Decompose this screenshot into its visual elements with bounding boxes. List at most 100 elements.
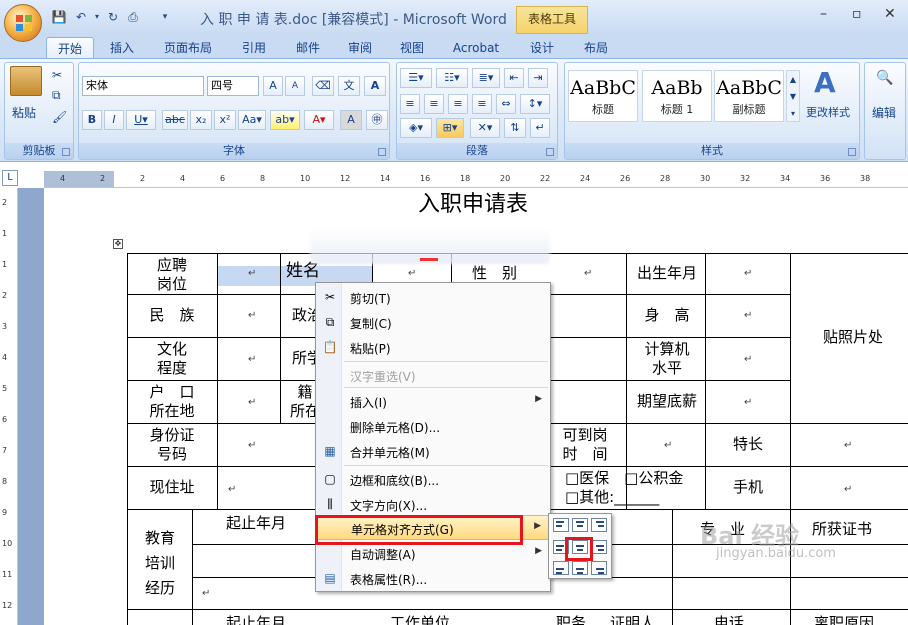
tab-page-layout[interactable]: 页面布局 [156, 37, 220, 59]
cell-computer-level[interactable]: 计算机 水平 [630, 340, 704, 378]
cell-id-card[interactable]: 身份证 号码 [130, 426, 214, 464]
align-bottom-left-icon[interactable] [553, 561, 569, 575]
line-spacing-icon[interactable]: ↕▾ [520, 94, 550, 114]
close-button[interactable]: ✕ [884, 6, 896, 22]
minimize-button[interactable]: – [820, 6, 827, 22]
highlight-icon[interactable]: ab▾ [270, 110, 300, 130]
tab-acrobat[interactable]: Acrobat [446, 37, 506, 59]
tab-insert[interactable]: 插入 [100, 37, 144, 59]
tab-design[interactable]: 设计 [520, 37, 564, 59]
multilevel-list-icon[interactable]: ≣▾ [472, 68, 500, 88]
restore-button[interactable]: ▫ [852, 6, 862, 22]
superscript-icon[interactable]: x² [214, 110, 236, 130]
italic-icon[interactable]: I [104, 110, 124, 130]
table-move-handle-icon[interactable]: ✥ [113, 239, 123, 249]
align-left-icon[interactable]: ≡ [400, 94, 420, 114]
styles-launcher-icon[interactable] [848, 148, 856, 156]
tab-mailings[interactable]: 邮件 [286, 37, 330, 59]
cell-education-history[interactable]: 教育 培训 经历 [130, 526, 190, 601]
cell-name[interactable]: 姓名 [286, 262, 320, 281]
tab-home[interactable]: 开始 [46, 37, 94, 59]
cut-icon[interactable]: ✂ [52, 68, 62, 82]
cell-certificates[interactable]: 所获证书 [812, 520, 872, 539]
paragraph-launcher-icon[interactable] [546, 148, 554, 156]
change-case-icon[interactable]: Aa▾ [238, 110, 266, 130]
underline-icon[interactable]: U▾ [126, 110, 156, 130]
menu-item-copy[interactable]: ⧉ 复制(C) [316, 310, 550, 335]
strikethrough-icon[interactable]: abc [162, 110, 188, 130]
cell-specialty[interactable]: 特长 [710, 435, 786, 454]
style-tile-heading1[interactable]: AaBb 标题 1 [642, 70, 712, 122]
show-marks-icon[interactable]: ↵ [530, 118, 550, 138]
cell-insurance-line2[interactable]: □其他:______ [565, 488, 659, 507]
tab-layout[interactable]: 布局 [574, 37, 618, 59]
char-shading-icon[interactable]: A [340, 110, 362, 130]
align-top-center-icon[interactable] [572, 518, 588, 532]
bold-icon[interactable]: B [82, 110, 102, 130]
cell-work-period[interactable]: 起止年月 [226, 614, 286, 625]
align-center-icon[interactable]: ≡ [424, 94, 444, 114]
menu-item-text-direction[interactable]: ⫼ 文字方向(X)... [316, 492, 550, 517]
align-bottom-right-icon[interactable] [591, 561, 607, 575]
menu-item-insert[interactable]: 插入(I) ▶ [316, 389, 550, 414]
cell-period[interactable]: 起止年月 [226, 514, 286, 533]
cell-work-phone[interactable]: 电话 [714, 614, 744, 625]
tab-review[interactable]: 审阅 [338, 37, 382, 59]
change-styles-label[interactable]: 更改样式 [806, 104, 850, 120]
font-size-combo[interactable]: 四号 [207, 76, 259, 96]
cell-arrival-time[interactable]: 可到岗 时 间 [548, 426, 622, 464]
borders-icon[interactable]: ⊞▾ [436, 118, 464, 138]
menu-item-table-properties[interactable]: ▤ 表格属性(R)... [316, 566, 550, 591]
cell-salary[interactable]: 期望底薪 [630, 392, 704, 411]
cell-hukou[interactable]: 户 口 所在地 [130, 383, 214, 421]
cell-apply-position[interactable]: 应聘 岗位 [130, 256, 214, 294]
align-bottom-center-icon[interactable] [572, 561, 588, 575]
clipboard-launcher-icon[interactable] [62, 148, 70, 156]
style-tile-title[interactable]: AaBbC 标题 [568, 70, 638, 122]
cell-insurance-line1[interactable]: □医保 □公积金 [565, 469, 683, 488]
cell-height[interactable]: 身 高 [630, 306, 704, 325]
sort-icon[interactable]: ⇅ [504, 118, 526, 138]
cell-work-witness[interactable]: 证明人 [610, 614, 655, 625]
office-button[interactable] [4, 4, 42, 42]
cell-mobile[interactable]: 手机 [710, 478, 786, 497]
increase-indent-icon[interactable]: ⇥ [528, 68, 548, 88]
clear-format-icon[interactable]: ⌫ [312, 76, 334, 96]
font-name-combo[interactable]: 宋体 [82, 76, 204, 96]
distributed-icon[interactable]: ⇔ [496, 94, 516, 114]
numbering-icon[interactable]: ☷▾ [436, 68, 468, 88]
shrink-font-icon[interactable]: A [285, 76, 305, 96]
justify-icon[interactable]: ≡ [472, 94, 492, 114]
cell-birth[interactable]: 出生年月 [630, 264, 704, 283]
format-painter-icon[interactable]: 🖌 [52, 110, 67, 124]
redo-icon[interactable]: ↻ [104, 9, 122, 25]
align-middle-right-icon[interactable] [591, 540, 607, 554]
print-preview-icon[interactable]: ⎙ [124, 9, 142, 25]
styles-scroll-icon[interactable]: ▲ ▼ ▾ [786, 70, 800, 122]
chinese-layout-icon[interactable]: ✕▾ [470, 118, 500, 138]
tab-selector-icon[interactable]: L [2, 170, 18, 186]
align-top-right-icon[interactable] [591, 518, 607, 532]
tab-view[interactable]: 视图 [390, 37, 434, 59]
cell-gender[interactable]: 性 别 [472, 264, 517, 283]
cell-nation[interactable]: 民 族 [130, 306, 214, 325]
menu-item-paste[interactable]: 📋 粘贴(P) [316, 335, 550, 360]
font-launcher-icon[interactable] [378, 148, 386, 156]
cell-work-position[interactable]: 职务 [556, 614, 586, 625]
enclose-char-icon[interactable]: ㊥ [366, 110, 388, 130]
cell-photo[interactable]: 贴照片处 [808, 328, 898, 347]
grow-font-icon[interactable]: A [263, 76, 283, 96]
subscript-icon[interactable]: x₂ [190, 110, 212, 130]
style-tile-subtitle[interactable]: AaBbC 副标题 [714, 70, 784, 122]
char-border-icon[interactable]: A [364, 76, 386, 96]
align-top-left-icon[interactable] [553, 518, 569, 532]
copy-icon[interactable]: ⧉ [52, 88, 61, 103]
tab-references[interactable]: 引用 [232, 37, 276, 59]
shading-icon[interactable]: ◈▾ [400, 118, 432, 138]
cell-education[interactable]: 文化 程度 [130, 340, 214, 378]
change-styles-icon[interactable]: A [814, 66, 836, 99]
paste-icon[interactable] [10, 66, 42, 96]
font-color-icon[interactable]: A▾ [304, 110, 334, 130]
align-right-icon[interactable]: ≡ [448, 94, 468, 114]
menu-item-merge-cells[interactable]: ▦ 合并单元格(M) [316, 439, 550, 464]
